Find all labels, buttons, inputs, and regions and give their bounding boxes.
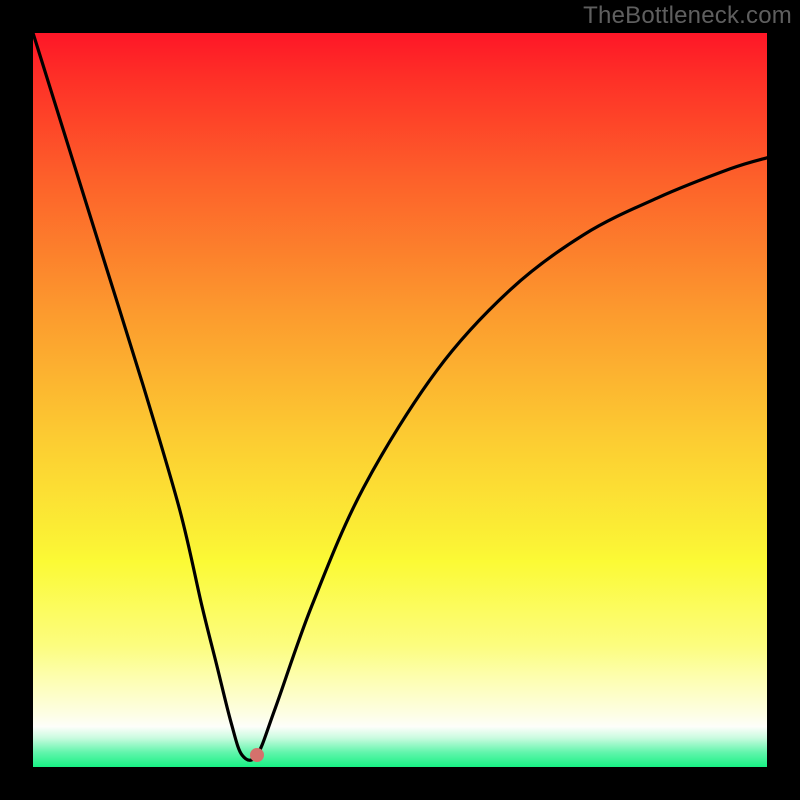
chart-frame: TheBottleneck.com	[0, 0, 800, 800]
plot-area	[33, 33, 767, 767]
bottleneck-curve	[33, 33, 767, 767]
minimum-marker-dot	[250, 748, 264, 762]
watermark-text: TheBottleneck.com	[583, 2, 792, 30]
